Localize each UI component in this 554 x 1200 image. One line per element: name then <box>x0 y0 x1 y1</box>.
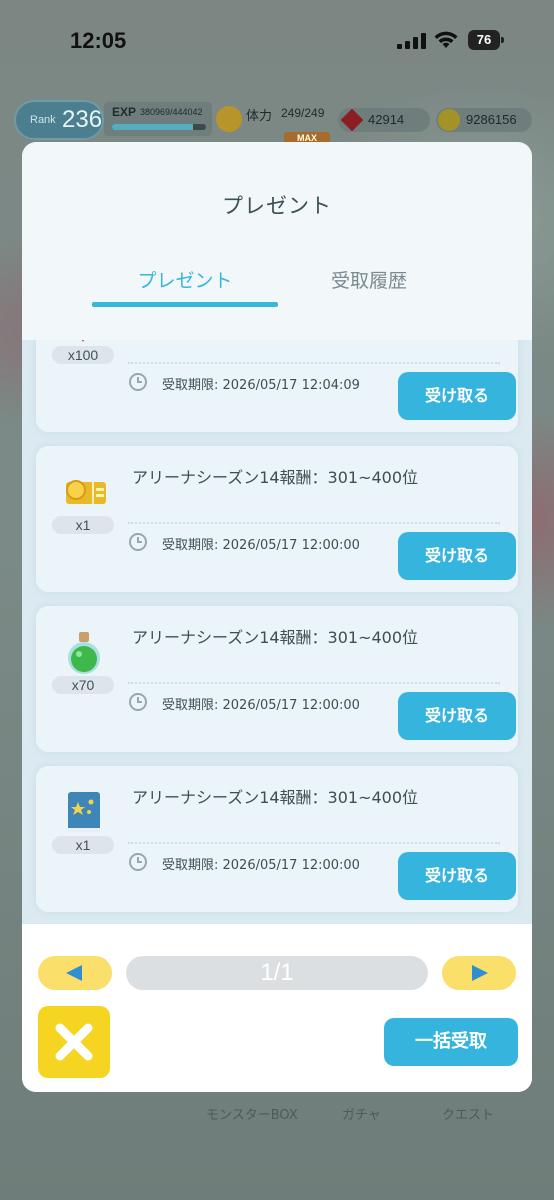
exp-bar-fill <box>112 124 193 130</box>
battery-indicator: 76 <box>468 30 504 50</box>
rank-badge: Rank 236 <box>14 100 104 140</box>
exp-panel: EXP 380969/444042 <box>104 102 212 136</box>
background-bottom-nav: モンスターBOX ガチャ クエスト <box>0 1090 554 1130</box>
clock-icon <box>129 373 147 391</box>
green-potion-icon <box>68 632 100 674</box>
exp-value: 380969/444042 <box>140 107 203 117</box>
present-list[interactable]: x100 受取期限: 2026/05/17 12:04:09 受け取る x1 ア… <box>22 340 532 924</box>
item-deadline: 受取期限: 2026/05/17 12:00:00 <box>162 858 360 873</box>
item-deadline: 受取期限: 2026/05/17 12:04:09 <box>162 378 360 393</box>
tab-history[interactable]: 受取履歴 <box>276 266 462 293</box>
item-deadline: 受取期限: 2026/05/17 12:00:00 <box>162 538 360 553</box>
coin-value: 9286156 <box>466 112 517 127</box>
bulk-claim-button[interactable]: 一括受取 <box>384 1018 518 1066</box>
stamina-value: 249/249 <box>281 106 325 120</box>
page-indicator: 1/1 <box>126 956 428 990</box>
close-icon <box>55 1023 93 1061</box>
close-button[interactable] <box>38 1006 110 1078</box>
item-title: アリーナシーズン14報酬：301~400位 <box>132 788 419 807</box>
item-deadline: 受取期限: 2026/05/17 12:00:00 <box>162 698 360 713</box>
active-tab-indicator <box>92 302 278 307</box>
claim-button[interactable]: 受け取る <box>398 692 516 740</box>
gem-counter: 42914 <box>338 108 430 132</box>
modal-title: プレゼント <box>222 194 332 218</box>
claim-button[interactable]: 受け取る <box>398 532 516 580</box>
item-quantity: x1 <box>52 836 114 854</box>
status-time: 12:05 <box>70 28 127 53</box>
coin-counter: 9286156 <box>436 108 532 132</box>
card-divider <box>128 842 500 844</box>
item-quantity: x1 <box>52 516 114 534</box>
battery-level: 76 <box>468 30 500 50</box>
present-modal: プレゼント プレゼント 受取履歴 x100 受取期限: 2026/05/17 1… <box>22 142 532 1092</box>
rank-label: Rank <box>30 114 56 126</box>
present-item: x1 アリーナシーズン14報酬：301~400位 受取期限: 2026/05/1… <box>36 446 518 592</box>
arrow-right-icon <box>472 965 488 981</box>
nav-gacha: ガチャ <box>342 1108 381 1123</box>
clock-icon <box>129 693 147 711</box>
cellular-signal-icon <box>397 33 426 49</box>
present-item: x100 受取期限: 2026/05/17 12:04:09 受け取る <box>36 340 518 432</box>
item-quantity: x70 <box>52 676 114 694</box>
clock-icon <box>129 533 147 551</box>
present-item: x70 アリーナシーズン14報酬：301~400位 受取期限: 2026/05/… <box>36 606 518 752</box>
card-divider <box>128 682 500 684</box>
arrow-left-icon <box>66 965 82 981</box>
coin-icon <box>438 109 460 131</box>
wifi-icon <box>434 31 458 48</box>
rank-value: 236 <box>62 106 103 133</box>
claim-button[interactable]: 受け取る <box>398 852 516 900</box>
next-page-button[interactable] <box>442 956 516 990</box>
claim-button[interactable]: 受け取る <box>398 372 516 420</box>
stamina-icon <box>216 106 242 132</box>
card-divider <box>128 362 500 364</box>
item-title: アリーナシーズン14報酬：301~400位 <box>132 468 419 487</box>
clock-icon <box>129 853 147 871</box>
gem-value: 42914 <box>368 112 405 127</box>
item-title: アリーナシーズン14報酬：301~400位 <box>132 628 419 647</box>
nav-monster-box: モンスターBOX <box>206 1108 298 1123</box>
player-hud: Rank 236 EXP 380969/444042 体力 249/249 MA… <box>0 96 554 146</box>
red-gem-icon <box>340 108 364 132</box>
battery-tip <box>501 37 504 43</box>
card-divider <box>128 522 500 524</box>
red-gem-icon <box>82 340 84 342</box>
item-quantity: x100 <box>52 346 114 364</box>
prev-page-button[interactable] <box>38 956 112 990</box>
status-bar: 12:05 76 <box>0 0 554 84</box>
present-item: x1 アリーナシーズン14報酬：301~400位 受取期限: 2026/05/1… <box>36 766 518 912</box>
tab-present[interactable]: プレゼント <box>92 266 278 293</box>
stamina-label: 体力 <box>246 109 273 124</box>
exp-label: EXP <box>112 105 137 119</box>
exp-bar <box>112 124 206 130</box>
nav-quest: クエスト <box>442 1108 495 1123</box>
blue-book-icon <box>68 792 100 832</box>
gold-ticket-icon <box>66 480 106 504</box>
modal-footer: 1/1 一括受取 <box>22 924 532 1092</box>
